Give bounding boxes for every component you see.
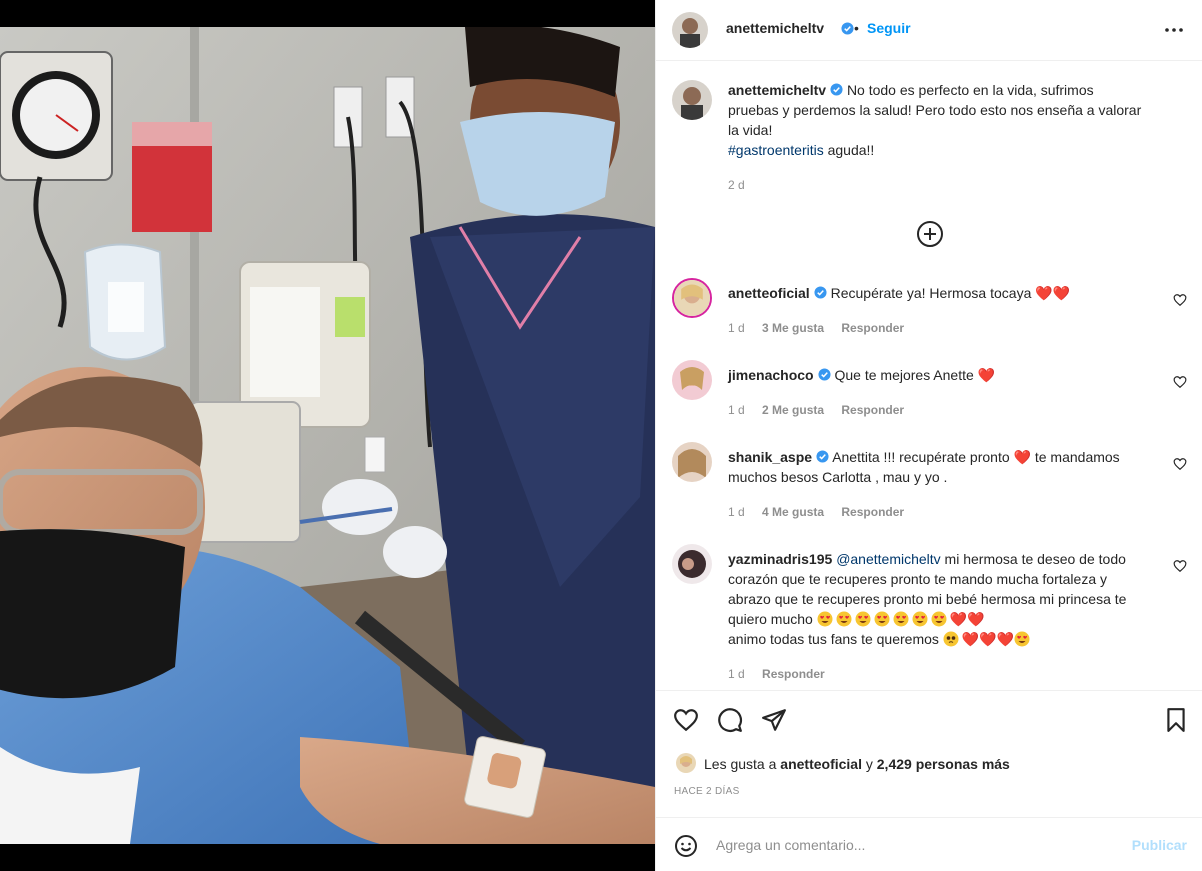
author-username[interactable]: anettemicheltv (726, 20, 824, 36)
comment-item: yazminadris195 @anettemicheltv mi hermos… (672, 544, 1187, 684)
post-date[interactable]: HACE 2 DÍAS (674, 786, 740, 797)
comment-time[interactable]: 1 d (728, 667, 745, 681)
hospital-selfie-image (0, 27, 655, 844)
heart-emoji: ❤️ (1035, 285, 1053, 301)
comment-likes[interactable]: 4 Me gusta (762, 505, 824, 519)
commenter-avatar[interactable] (672, 278, 712, 318)
heart-eyes-emoji (817, 611, 833, 627)
likes-summary: Les gusta a anetteoficial y 2,429 person… (704, 756, 1010, 772)
comment-time[interactable]: 1 d (728, 321, 745, 335)
commenter-username[interactable]: jimenachoco (728, 367, 814, 383)
heart-eyes-emoji (893, 611, 909, 627)
post-photo[interactable] (0, 27, 655, 844)
comment-heart-icon[interactable] (1173, 457, 1187, 471)
post-media (0, 0, 655, 871)
comment-mention[interactable]: @anettemicheltv (836, 551, 940, 567)
post-header: anettemicheltv • Seguir (656, 0, 1202, 61)
comment-composer: Publicar (656, 817, 1202, 871)
heart-eyes-emoji (1014, 631, 1030, 647)
heart-emoji: ❤️ (977, 367, 996, 383)
comment-item: shanik_aspe Anettita !!! recupérate pron… (672, 442, 1187, 532)
post-actions: Les gusta a anetteoficial y 2,429 person… (656, 690, 1202, 817)
comment-input[interactable] (716, 834, 1116, 856)
plus-circle-icon[interactable] (916, 220, 944, 248)
comment-text: Recupérate ya! Hermosa tocaya (830, 285, 1032, 301)
comment-text: Anettita !!! recupérate pronto (832, 449, 1010, 465)
commenter-username[interactable]: shanik_aspe (728, 449, 812, 465)
commenter-avatar[interactable] (672, 442, 712, 482)
likes-prefix: Les gusta a (704, 756, 777, 772)
heart-eyes-emoji (931, 611, 947, 627)
pleading-face-emoji (943, 631, 959, 647)
verified-badge-icon (816, 450, 829, 463)
reply-button[interactable]: Responder (841, 321, 904, 335)
caption-username[interactable]: anettemicheltv (728, 82, 826, 98)
heart-eyes-emoji (874, 611, 890, 627)
emoji-icon[interactable] (674, 834, 698, 858)
share-icon[interactable] (761, 707, 787, 733)
heart-emoji: ❤️ (967, 611, 985, 627)
comment-text: animo todas tus fans te queremos (728, 631, 939, 647)
likes-user[interactable]: anetteoficial (780, 756, 862, 772)
author-avatar[interactable] (672, 80, 712, 120)
commenter-username[interactable]: anetteoficial (728, 285, 810, 301)
comments-list[interactable]: anettemicheltv No todo es perfecto en la… (656, 62, 1202, 689)
comment-meta: 1 d 3 Me gusta Responder (728, 321, 918, 335)
comment-likes[interactable]: 3 Me gusta (762, 321, 824, 335)
commenter-avatar[interactable] (672, 544, 712, 584)
verified-badge-icon (830, 83, 843, 96)
comment-item: jimenachoco Que te mejores Anette ❤️ 1 d… (672, 360, 1187, 430)
comment-likes[interactable]: 2 Me gusta (762, 403, 824, 417)
caption-tail: aguda!! (823, 142, 875, 158)
post-caption: anettemicheltv No todo es perfecto en la… (672, 80, 1187, 200)
reply-button[interactable]: Responder (762, 667, 825, 681)
comment-heart-icon[interactable] (1173, 375, 1187, 389)
comment-text: Que te mejores Anette (834, 367, 974, 383)
comment-time[interactable]: 1 d (728, 403, 745, 417)
heart-eyes-emoji (855, 611, 871, 627)
publish-button[interactable]: Publicar (1132, 837, 1187, 853)
likes-conj: y (865, 756, 873, 772)
likes-count[interactable]: 2,429 personas más (877, 756, 1010, 772)
comment-heart-icon[interactable] (1173, 293, 1187, 307)
author-avatar[interactable] (672, 12, 708, 48)
header-separator: • (854, 20, 859, 36)
heart-icon[interactable] (673, 707, 699, 733)
verified-badge-icon (841, 22, 854, 35)
comment-meta: 1 d 4 Me gusta Responder (728, 505, 918, 519)
commenter-username[interactable]: yazminadris195 (728, 551, 832, 567)
more-icon[interactable] (1164, 22, 1184, 38)
heart-emoji: ❤️ (1052, 285, 1071, 301)
heart-emoji: ❤️ (949, 611, 968, 627)
comment-heart-icon[interactable] (1173, 559, 1187, 573)
reply-button[interactable]: Responder (841, 403, 904, 417)
bookmark-icon[interactable] (1163, 707, 1189, 733)
comment-meta: 1 d Responder (728, 667, 839, 681)
follow-button[interactable]: Seguir (867, 20, 911, 36)
heart-eyes-emoji (836, 611, 852, 627)
comment-time[interactable]: 1 d (728, 505, 745, 519)
liker-avatar[interactable] (676, 753, 696, 773)
commenter-avatar[interactable] (672, 360, 712, 400)
reply-button[interactable]: Responder (841, 505, 904, 519)
heart-emoji: ❤️ (1013, 449, 1031, 465)
caption-hashtag[interactable]: #gastroenteritis (728, 142, 824, 158)
heart-emoji: ❤️ (979, 631, 997, 647)
heart-emoji: ❤️ (996, 631, 1015, 647)
heart-emoji: ❤️ (961, 631, 980, 647)
verified-badge-icon (814, 286, 827, 299)
verified-badge-icon (818, 368, 831, 381)
heart-eyes-emoji (912, 611, 928, 627)
comment-item: anetteoficial Recupérate ya! Hermosa toc… (672, 278, 1187, 348)
caption-meta: 2 d (728, 178, 759, 192)
caption-time[interactable]: 2 d (728, 178, 745, 192)
comment-icon[interactable] (717, 707, 743, 733)
comment-meta: 1 d 2 Me gusta Responder (728, 403, 918, 417)
post-side-panel: anettemicheltv • Seguir anettemicheltv N… (655, 0, 1202, 871)
